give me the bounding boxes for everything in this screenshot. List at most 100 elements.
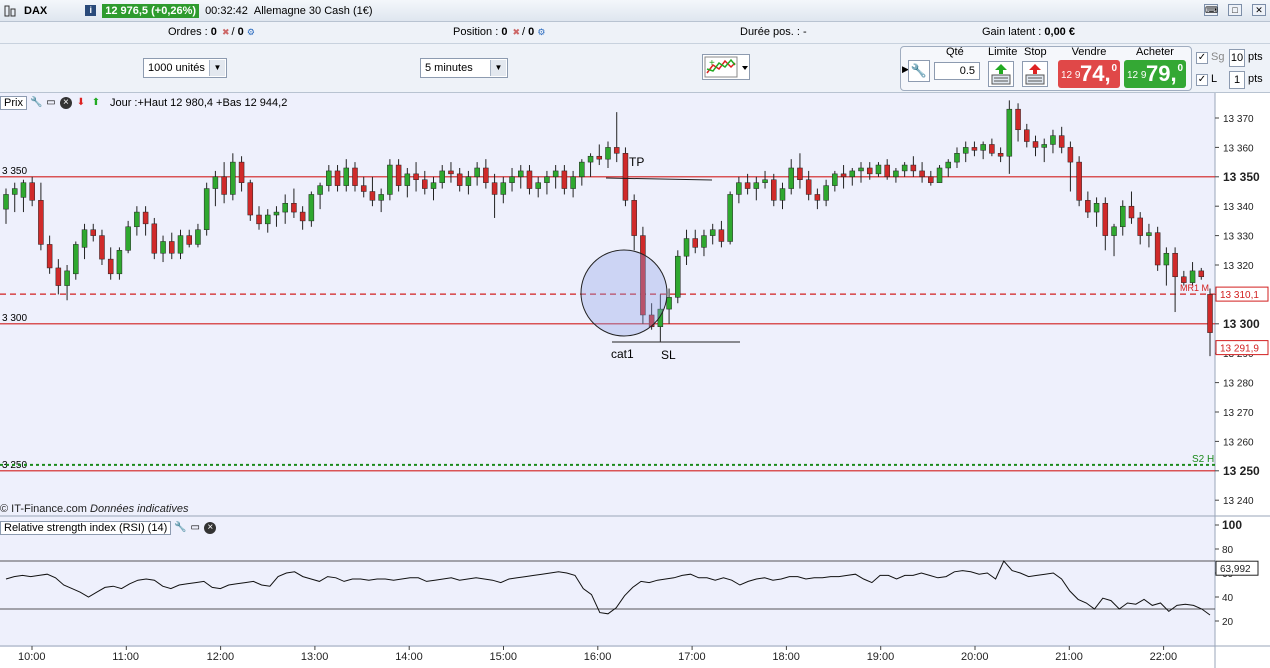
price-badge-label: 13 310,1 bbox=[1220, 290, 1259, 301]
units-select[interactable]: 1000 unités ▼ bbox=[143, 58, 227, 78]
candle-body bbox=[448, 170, 454, 175]
time-tick-label: 21:00 bbox=[1055, 651, 1083, 663]
time-tick-label: 20:00 bbox=[961, 651, 989, 663]
orders-status[interactable]: Ordres : 0 ✖/ 0 ⚙ bbox=[168, 26, 255, 38]
candle-body bbox=[805, 179, 812, 195]
price-tick-label: 13 350 bbox=[1223, 170, 1260, 184]
candle-body bbox=[430, 182, 437, 189]
wrench-icon[interactable]: 🔧 bbox=[908, 60, 930, 82]
rsi-tick-label: 20 bbox=[1222, 617, 1234, 628]
timeframe-select[interactable]: 5 minutes ▼ bbox=[420, 58, 508, 78]
arrow-up-icon[interactable]: ⬆ bbox=[90, 97, 102, 109]
rsi-tick-label: 80 bbox=[1222, 545, 1234, 556]
buy-price-main: 79, bbox=[1146, 61, 1177, 86]
price-level-label: 3 300 bbox=[2, 313, 27, 324]
sg-pts-input[interactable]: 10 bbox=[1229, 49, 1245, 67]
app-icon bbox=[4, 5, 16, 17]
candle-body bbox=[840, 173, 847, 178]
candle-body bbox=[884, 164, 890, 178]
limit-order-button[interactable] bbox=[988, 61, 1014, 87]
candle-body bbox=[544, 176, 550, 183]
sell-button[interactable]: 12 9 74, 0 bbox=[1058, 60, 1120, 88]
close-icon[interactable]: × bbox=[59, 97, 72, 109]
candle-body bbox=[1181, 276, 1187, 283]
candle-body bbox=[1032, 141, 1039, 148]
l-pts-input[interactable]: 1 bbox=[1229, 71, 1245, 89]
candle-body bbox=[334, 170, 341, 186]
source-note: Données indicatives bbox=[90, 503, 189, 515]
qty-input[interactable]: 0.5 bbox=[934, 62, 980, 80]
time-tick-label: 10:00 bbox=[18, 651, 46, 663]
chart-canvas[interactable]: 3 3503 3003 250S2 H TPcat1SLMR1 M 13 370… bbox=[0, 93, 1270, 668]
price-level-label: S2 H bbox=[1192, 454, 1214, 465]
position-status-bar: Ordres : 0 ✖/ 0 ⚙ Position : 0 ✖/ 0 ⚙ Du… bbox=[0, 22, 1270, 44]
price-tick-label: 13 260 bbox=[1223, 437, 1254, 448]
keyboard-icon[interactable]: ⌨ bbox=[1204, 4, 1218, 16]
candle-body bbox=[404, 173, 411, 186]
svg-text:+: + bbox=[709, 58, 715, 69]
candle-body bbox=[893, 170, 899, 178]
price-tick-label: 13 250 bbox=[1223, 464, 1260, 478]
orders-count: 0 bbox=[210, 26, 217, 38]
buy-button[interactable]: 12 9 79, 0 bbox=[1124, 60, 1186, 88]
window-icon[interactable]: ▭ bbox=[45, 97, 57, 109]
price-tick-label: 13 300 bbox=[1223, 317, 1260, 331]
settings-icon[interactable]: ⚙ bbox=[247, 27, 255, 37]
candle-body bbox=[1102, 203, 1109, 236]
sell-price-main: 74, bbox=[1080, 61, 1111, 86]
order-panel: ▶ 🔧 Qté 0.5 Limite Stop Vendre 12 9 74, … bbox=[900, 44, 1270, 93]
gain-value: 0,00 € bbox=[1044, 26, 1075, 38]
price-tick-label: 13 280 bbox=[1223, 379, 1254, 390]
candle-body bbox=[997, 153, 1004, 157]
cancel-icon[interactable]: ✖ bbox=[222, 27, 230, 37]
position-status[interactable]: Position : 0 ✖/ 0 ⚙ bbox=[453, 26, 545, 38]
chevron-down-icon[interactable]: ▼ bbox=[490, 60, 506, 76]
candle-body bbox=[596, 155, 603, 160]
instrument-name: Allemagne 30 Cash (1€) bbox=[253, 4, 373, 17]
stop-order-button[interactable] bbox=[1022, 61, 1048, 87]
chevron-down-icon[interactable]: ▼ bbox=[209, 60, 225, 76]
price-tick-label: 13 340 bbox=[1223, 202, 1254, 213]
candle-body bbox=[797, 167, 803, 180]
candle-body bbox=[579, 161, 585, 178]
candle-body bbox=[212, 176, 219, 189]
candle-body bbox=[360, 185, 367, 192]
candle-body bbox=[1128, 205, 1135, 219]
timeframe-select-value: 5 minutes bbox=[425, 62, 473, 74]
candle-body bbox=[736, 182, 742, 195]
maximize-icon[interactable]: □ bbox=[1228, 4, 1242, 16]
rsi-tick-label: 100 bbox=[1222, 518, 1242, 532]
l-checkbox[interactable]: ✓ bbox=[1196, 74, 1208, 86]
settings-icon[interactable]: ⚙ bbox=[537, 27, 545, 37]
candle-body bbox=[308, 194, 315, 222]
candle-body bbox=[151, 223, 158, 254]
rsi-panel-header: Relative strength index (RSI) (14) 🔧 ▭ × bbox=[0, 519, 217, 536]
candle-body bbox=[483, 167, 489, 183]
wrench-icon[interactable]: 🔧 bbox=[174, 522, 186, 534]
window-icon[interactable]: ▭ bbox=[189, 522, 201, 534]
stop-order-icon bbox=[1025, 64, 1045, 85]
candle-body bbox=[980, 144, 986, 151]
symbol-title: DAX bbox=[24, 4, 48, 17]
add-indicator-button[interactable]: + bbox=[702, 54, 750, 80]
candle-body bbox=[326, 170, 332, 186]
rsi-title: Relative strength index (RSI) (14) bbox=[0, 520, 172, 535]
info-icon[interactable]: i bbox=[85, 5, 97, 16]
cancel-icon[interactable]: ✖ bbox=[513, 27, 521, 37]
chart-area: 3 3503 3003 250S2 H TPcat1SLMR1 M 13 370… bbox=[0, 93, 1270, 668]
time-tick-label: 16:00 bbox=[584, 651, 612, 663]
candle-body bbox=[491, 182, 498, 195]
close-icon[interactable]: ✕ bbox=[1252, 4, 1266, 16]
day-stats: Jour :+Haut 12 980,4 +Bas 12 944,2 bbox=[109, 97, 288, 109]
title-bar: DAX i 12 976,5 (+0,26%) 00:32:42 Allemag… bbox=[0, 0, 1270, 22]
sg-checkbox[interactable]: ✓ bbox=[1196, 52, 1208, 64]
toolbar: 1000 unités ▼ 5 minutes ▼ + ▶ 🔧 Qté 0.5 … bbox=[0, 44, 1270, 93]
candle-body bbox=[718, 229, 725, 242]
arrow-down-icon[interactable]: ⬇ bbox=[75, 97, 87, 109]
candle-body bbox=[1041, 144, 1047, 148]
candle-body bbox=[352, 167, 358, 186]
candle-body bbox=[1058, 135, 1065, 148]
close-icon[interactable]: × bbox=[204, 521, 217, 534]
wrench-icon[interactable]: 🔧 bbox=[30, 97, 42, 109]
candle-body bbox=[1024, 129, 1030, 142]
